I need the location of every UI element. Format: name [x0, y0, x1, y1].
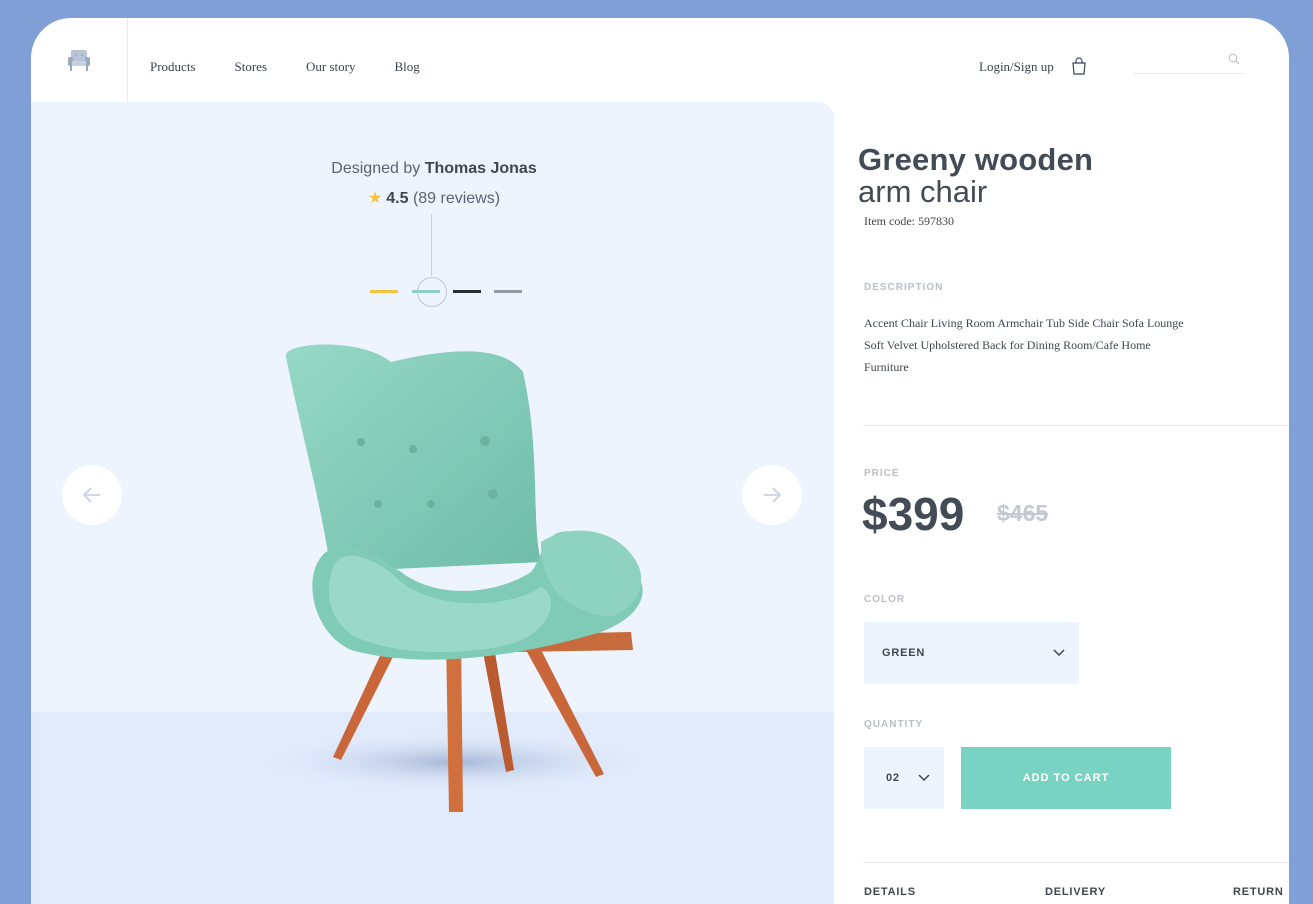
arrow-left-icon	[82, 487, 100, 503]
color-select[interactable]: GREEN	[864, 622, 1079, 684]
review-count[interactable]: (89 reviews)	[413, 190, 500, 207]
product-details: Greeny wooden arm chair Item code: 59783…	[857, 102, 1289, 904]
item-code: Item code: 597830	[864, 214, 954, 228]
swatch-grey[interactable]	[494, 290, 522, 293]
price-label: PRICE	[864, 468, 900, 479]
swatch-green[interactable]	[412, 290, 440, 293]
nav-products[interactable]: Products	[150, 59, 196, 75]
product-description: Accent Chair Living Room Armchair Tub Si…	[864, 316, 1184, 374]
divider	[863, 862, 1289, 863]
connector-line	[431, 214, 432, 276]
star-icon: ★	[367, 190, 383, 207]
main-nav: Products Stores Our story Blog	[150, 59, 459, 75]
color-select-value: GREEN	[882, 647, 926, 659]
designer-name[interactable]: Thomas Jonas	[425, 160, 537, 177]
chevron-down-icon	[1053, 649, 1065, 657]
product-title-line2: arm chair	[858, 174, 988, 209]
product-title-line1: Greeny wooden	[858, 142, 1094, 177]
chevron-down-icon	[918, 774, 930, 782]
next-image-button[interactable]	[742, 465, 802, 525]
search-input[interactable]	[1134, 50, 1224, 72]
search-icon[interactable]	[1228, 53, 1240, 65]
header: Products Stores Our story Blog Login/Sig…	[31, 18, 1289, 102]
nav-blog[interactable]: Blog	[394, 59, 419, 75]
chair-image	[256, 344, 656, 812]
shopping-bag-icon[interactable]	[1071, 57, 1087, 75]
rating: ★ 4.5 (89 reviews)	[31, 188, 834, 208]
old-price: $465	[997, 500, 1049, 526]
color-label: COLOR	[864, 594, 906, 605]
swatch-yellow[interactable]	[370, 290, 398, 293]
quantity-value: 02	[886, 772, 900, 784]
armchair-icon	[68, 50, 90, 71]
prev-image-button[interactable]	[62, 465, 122, 525]
arrow-right-icon	[764, 487, 782, 503]
login-signup-link[interactable]: Login/Sign up	[979, 59, 1054, 75]
tab-details[interactable]: DETAILS	[864, 886, 916, 898]
add-to-cart-button[interactable]: ADD TO CART	[961, 747, 1171, 809]
page-frame: Products Stores Our story Blog Login/Sig…	[31, 18, 1289, 904]
quantity-select[interactable]: 02	[864, 747, 944, 809]
nav-our-story[interactable]: Our story	[306, 59, 355, 75]
rating-value: 4.5	[386, 190, 409, 207]
tab-delivery[interactable]: DELIVERY	[1045, 886, 1106, 898]
swatch-black[interactable]	[453, 290, 481, 293]
tab-return[interactable]: RETURN	[1233, 886, 1284, 898]
logo[interactable]	[31, 18, 128, 102]
add-to-cart-label: ADD TO CART	[1022, 772, 1110, 784]
designer-credit: Designed by Thomas Jonas	[31, 160, 834, 178]
description-label: DESCRIPTION	[864, 282, 944, 293]
nav-stores[interactable]: Stores	[235, 59, 268, 75]
product-showcase: Designed by Thomas Jonas ★ 4.5 (89 review…	[31, 102, 834, 904]
quantity-label: QUANTITY	[864, 719, 924, 730]
price: $399	[862, 488, 965, 540]
designed-by-label: Designed by	[331, 160, 421, 177]
divider	[863, 425, 1289, 426]
search-box	[1134, 50, 1244, 74]
